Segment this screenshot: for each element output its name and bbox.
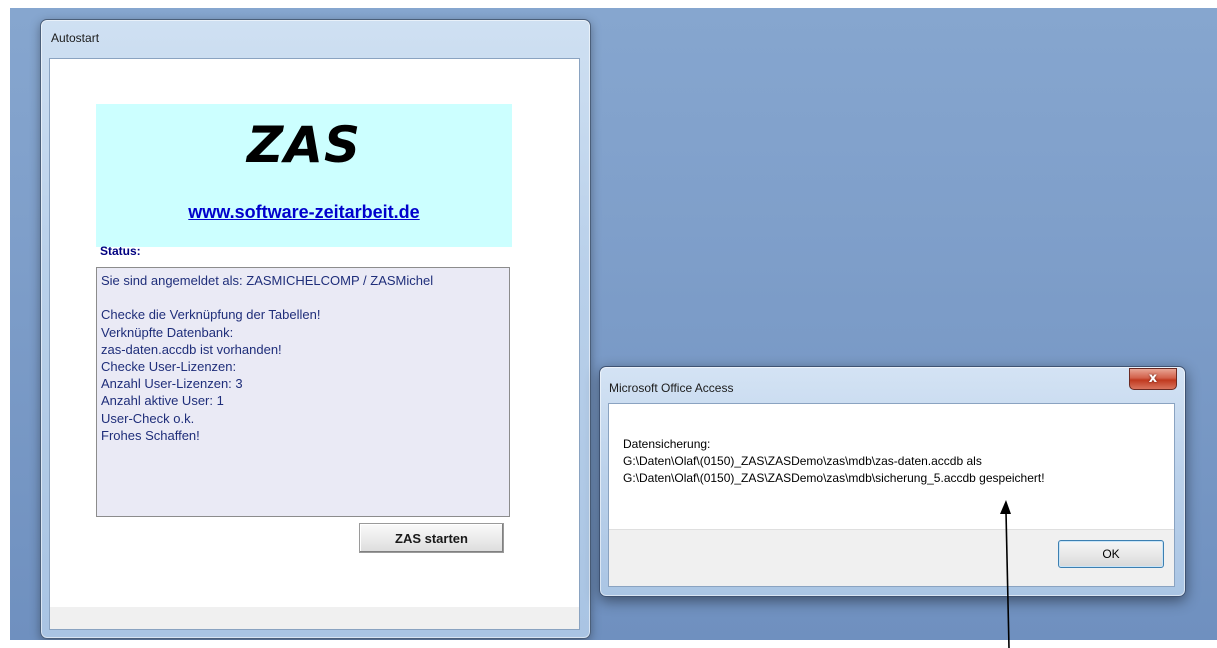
status-line: Verknüpfte Datenbank: xyxy=(101,324,234,340)
status-line: Checke User-Lizenzen: xyxy=(101,359,237,374)
access-dialog-title: Microsoft Office Access xyxy=(609,381,734,395)
status-line: Frohes Schaffen! xyxy=(101,427,200,443)
status-label: Status: xyxy=(100,244,141,258)
status-line: Anzahl aktive User: 1 xyxy=(101,393,224,409)
close-icon: x xyxy=(1148,371,1158,386)
desktop: Autostart ZAS www.software-zeitarbeit.de… xyxy=(10,8,1217,640)
autostart-window: Autostart ZAS www.software-zeitarbeit.de… xyxy=(40,19,591,639)
status-line: Anzahl User-Lizenzen: 3 xyxy=(101,376,243,392)
autostart-window-title: Autostart xyxy=(51,31,100,45)
ok-button[interactable]: OK xyxy=(1058,540,1164,568)
message-line: G:\Daten\Olaf\(0150)_ZAS\ZASDemo\zas\mdb… xyxy=(623,454,982,468)
message-line: Datensicherung: xyxy=(623,437,711,451)
zas-banner: ZAS www.software-zeitarbeit.de xyxy=(96,104,512,247)
zas-start-button[interactable]: ZAS starten xyxy=(359,523,504,553)
access-dialog-message: Datensicherung: G:\Daten\Olaf\(0150)_ZAS… xyxy=(623,436,1045,487)
access-message-dialog: Microsoft Office Access x Datensicherung… xyxy=(599,366,1186,597)
zas-logo: ZAS xyxy=(247,116,361,174)
message-line: G:\Daten\Olaf\(0150)_ZAS\ZASDemo\zas\mdb… xyxy=(623,471,1045,485)
status-textbox[interactable]: Sie sind angemeldet als: ZASMICHELCOMP /… xyxy=(96,267,510,517)
close-button[interactable]: x xyxy=(1129,368,1177,390)
status-line: Checke die Verknüpfung der Tabellen! xyxy=(101,307,321,323)
autostart-footer-strip xyxy=(50,607,579,629)
annotation-arrow-icon xyxy=(1000,500,1011,648)
status-line: zas-daten.accdb ist vorhanden! xyxy=(101,341,282,357)
autostart-client-area: ZAS www.software-zeitarbeit.de Status: S… xyxy=(49,58,580,630)
website-link[interactable]: www.software-zeitarbeit.de xyxy=(96,202,512,223)
dialog-button-strip: OK xyxy=(609,529,1174,586)
access-dialog-client-area: Datensicherung: G:\Daten\Olaf\(0150)_ZAS… xyxy=(608,403,1175,587)
status-line: Sie sind angemeldet als: ZASMICHELCOMP /… xyxy=(101,273,434,288)
status-line: User-Check o.k. xyxy=(101,410,195,426)
status-line xyxy=(101,289,505,306)
